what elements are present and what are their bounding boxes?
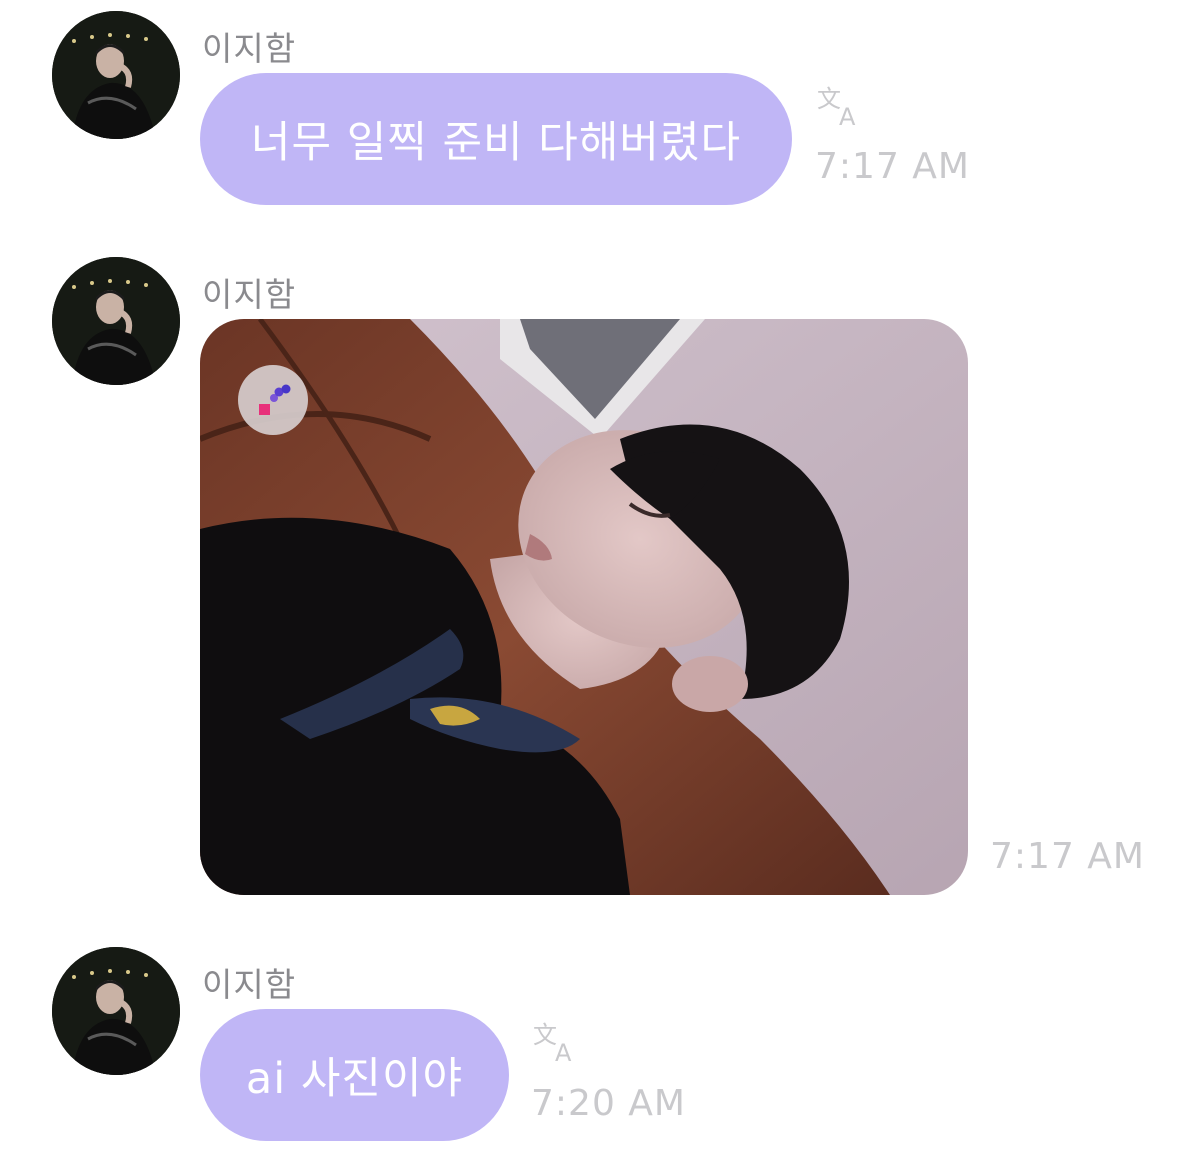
timestamp: 7:20 AM — [531, 1083, 686, 1124]
avatar[interactable] — [52, 947, 180, 1075]
translate-icon[interactable]: 文 A — [815, 83, 863, 127]
photo-image — [200, 319, 968, 895]
avatar-image — [52, 11, 180, 139]
svg-text:文: 文 — [817, 85, 841, 113]
avatar-image — [52, 947, 180, 1075]
svg-text:A: A — [839, 103, 856, 127]
timestamp: 7:17 AM — [815, 146, 970, 187]
message-bubble[interactable]: ai 사진이야 — [200, 1009, 509, 1141]
message-bubble[interactable]: 너무 일찍 준비 다해버렸다 — [200, 73, 792, 205]
chat-thread: 이지함 너무 일찍 준비 다해버렸다 文 A 7:17 AM 이지함 7:17 … — [0, 0, 1200, 1167]
avatar[interactable] — [52, 11, 180, 139]
sender-name: 이지함 — [202, 275, 297, 314]
app-logo-badge-icon — [238, 365, 308, 435]
sender-name: 이지함 — [202, 29, 297, 68]
svg-text:A: A — [555, 1039, 572, 1063]
translate-icon[interactable]: 文 A — [531, 1019, 579, 1063]
svg-text:文: 文 — [533, 1021, 557, 1049]
sender-name: 이지함 — [202, 965, 297, 1004]
photo-message[interactable] — [200, 319, 968, 895]
avatar[interactable] — [52, 257, 180, 385]
avatar-image — [52, 257, 180, 385]
timestamp: 7:17 AM — [990, 836, 1145, 877]
